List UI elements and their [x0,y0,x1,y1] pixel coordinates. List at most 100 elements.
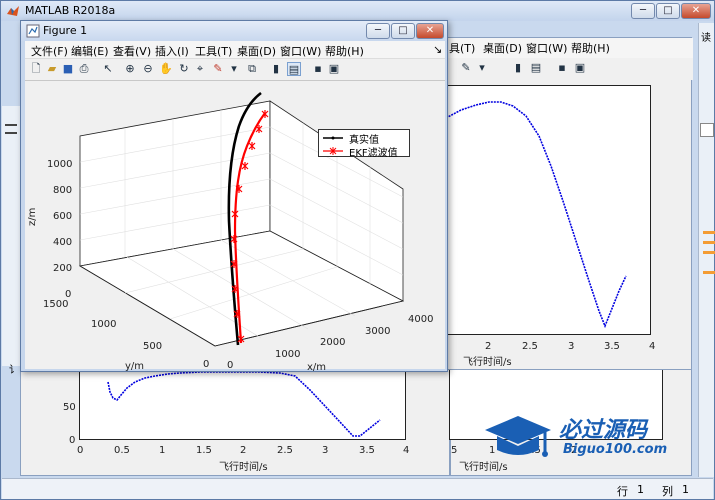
menu-dock-arrow-icon[interactable]: ↘ [433,43,442,56]
col-label: 列 [662,485,673,498]
menu-tools[interactable]: 工具(T) [195,43,232,59]
matlab-titlebar[interactable]: MATLAB R2018a ─ □ ✕ [1,1,714,21]
pointer-icon[interactable]: ↖ [101,62,115,76]
colorbar-icon[interactable]: ▮ [511,61,525,75]
close-button[interactable]: ✕ [681,3,711,19]
side-marker [703,241,715,244]
plot-svg-right [431,101,627,329]
z-tick: 800 [53,185,73,196]
figure1-minimize-button[interactable]: ─ [366,23,390,39]
window-title: MATLAB R2018a [25,4,116,17]
x-axis-label: 飞行时间/s [219,462,268,473]
side-close-icon[interactable] [700,123,714,137]
y-tick: 1000 [91,319,117,330]
legend[interactable]: 真实值 EKF滤波值 [318,129,410,159]
menu-view[interactable]: 查看(V) [113,43,151,59]
x-tick: 1 [159,445,166,456]
right-side-panel: 读 [698,23,715,477]
brush-icon[interactable]: ✎ [211,62,225,76]
status-bar: 行 1 列 1 [2,478,713,499]
flight-curve-bottom-left [107,371,381,437]
legend-icon[interactable]: ▤ [529,61,543,75]
rotate-icon[interactable]: ↻ [177,62,191,76]
link-icon[interactable]: ▾ [475,61,489,75]
menu-insert[interactable]: 插入(I) [155,43,189,59]
menu-help[interactable]: 帮助(H) [571,40,610,56]
figure1-menubar: 文件(F) 编辑(E) 查看(V) 插入(I) 工具(T) 桌面(D) 窗口(W… [25,41,445,58]
y-tick: 500 [143,341,163,352]
x-tick: 2.5 [277,445,293,456]
menu-help[interactable]: 帮助(H) [325,43,364,59]
x-tick: 2 [485,341,492,352]
row-value: 1 [637,483,644,496]
side-marker [703,231,715,234]
x-tick: 1000 [275,349,301,360]
open-icon[interactable]: ▰ [45,62,59,76]
y-tick: 0 [203,359,210,370]
show-plot-tools-icon[interactable]: ▣ [327,62,341,76]
x-tick: 3000 [365,326,391,337]
colorbar-icon[interactable]: ▮ [269,62,283,76]
figure1-title: Figure 1 [43,24,88,37]
plot-area-bottom-left [79,369,406,440]
link-icon[interactable]: ⧉ [245,62,259,76]
menu-desktop[interactable]: 桌面(D) [237,43,276,59]
figure1-window: Figure 1 ─ □ ✕ 文件(F) 编辑(E) 查看(V) 插入(I) 工… [20,20,448,373]
figure1-titlebar[interactable]: Figure 1 ─ □ ✕ [21,21,447,41]
y-tick: 1500 [43,299,69,310]
menu-desktop[interactable]: 桌面(D) [483,40,522,56]
hide-plot-tools-icon[interactable]: ▪ [555,61,569,75]
x-tick: 2 [240,445,247,456]
z-tick: 400 [53,237,73,248]
data-cursor-icon[interactable]: ⌖ [193,62,207,76]
graduation-cap-icon [485,416,551,457]
figure1-toolbar: 🗋 ▰ ■ ⎙ ↖ ⊕ ⊖ ✋ ↻ ⌖ ✎ ▾ ⧉ ▮ ▤ ▪ ▣ [25,58,445,80]
y-tick: 50 [63,402,76,413]
left-side-panel [2,106,20,366]
menu-window[interactable]: 窗口(W) [280,43,321,59]
new-file-icon[interactable]: 🗋 [29,62,43,76]
matlab-logo-icon [7,6,19,16]
figure1-canvas: 1000 800 600 400 200 0 z/m 1500 1000 500… [25,80,445,373]
figure-icon [26,24,40,38]
z-tick: 600 [53,211,73,222]
watermark-subtitle: Biguo100.com [563,442,668,457]
x-tick: 0 [77,445,84,456]
show-plot-tools-icon[interactable]: ▣ [573,61,587,75]
col-value: 1 [682,483,689,496]
maximize-button[interactable]: □ [656,3,680,19]
menu-edit[interactable]: 编辑(E) [71,43,109,59]
plot-area-right [431,85,651,335]
zoom-in-icon[interactable]: ⊕ [123,62,137,76]
menu-lines-icon[interactable] [5,124,17,134]
x-tick: 3 [322,445,329,456]
print-icon[interactable]: ⎙ [77,62,91,76]
x-tick: 3.5 [604,341,620,352]
menu-file[interactable]: 文件(F) [31,43,68,59]
x-tick: 4 [403,445,410,456]
x-tick: 0.5 [114,445,130,456]
hide-plot-tools-icon[interactable]: ▪ [311,62,325,76]
brush-icon[interactable]: ✎ [459,61,473,75]
save-icon[interactable]: ■ [61,62,75,76]
legend-ekf-swatch [323,147,343,155]
x-tick: 3.5 [359,445,375,456]
x-tick: 2.5 [522,341,538,352]
figure1-close-button[interactable]: ✕ [416,23,444,39]
figure-bottom-left: 10 50 0 0 0.5 1 1.5 2 2.5 3 3.5 4 飞行时间/s [20,360,450,476]
pan-icon[interactable]: ✋ [159,62,173,76]
legend-true-swatch [323,136,343,140]
zoom-out-icon[interactable]: ⊖ [141,62,155,76]
z-axis-label: z/m [27,207,38,226]
minimize-button[interactable]: ─ [631,3,655,19]
legend-icon[interactable]: ▤ [287,62,301,76]
y-axis-label: y/m [125,361,145,372]
x-axis-label: 飞行时间/s [463,357,512,368]
menu-tools[interactable]: 具(T) [449,40,475,56]
figure1-maximize-button[interactable]: □ [391,23,415,39]
x-tick: 1.5 [196,445,212,456]
brush-dropdown-icon[interactable]: ▾ [227,62,241,76]
z-tick: 200 [53,263,73,274]
menu-window[interactable]: 窗口(W) [526,40,567,56]
watermark-logo: 必过源码 Biguo100.com [483,408,683,468]
